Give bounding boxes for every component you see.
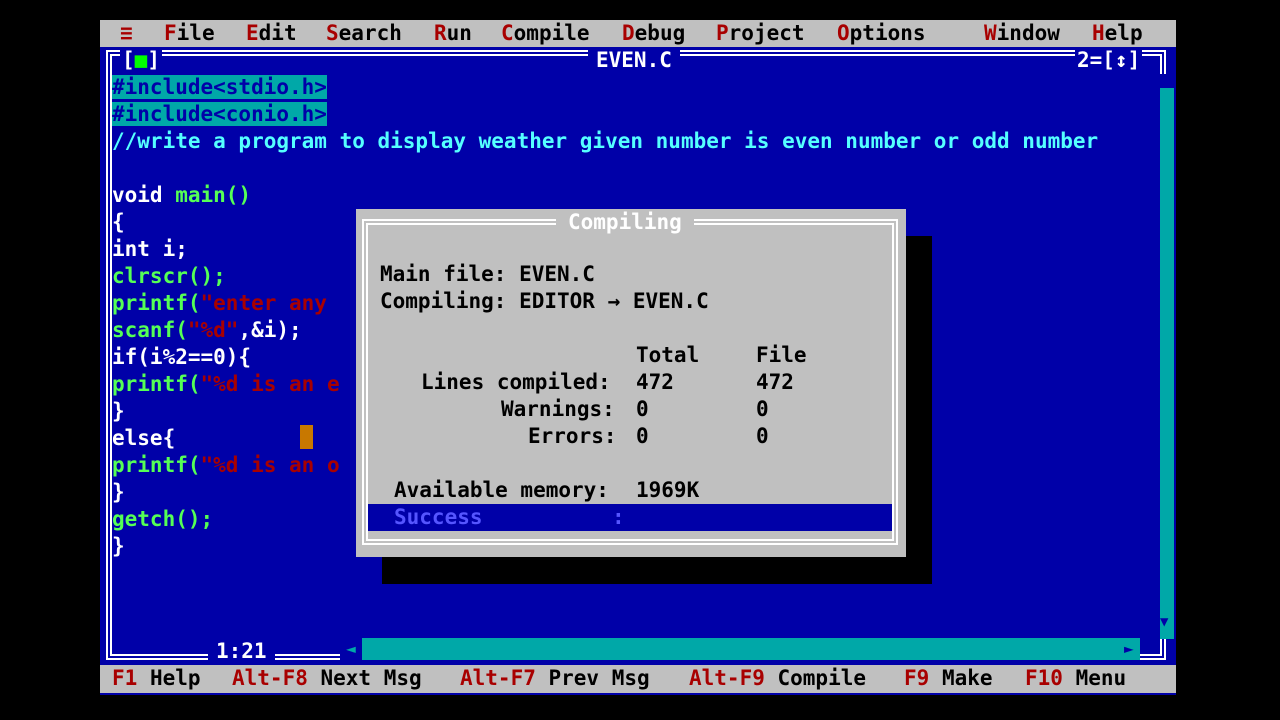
- code-line: }: [112, 480, 125, 504]
- code-line: scanf("%d",&i);: [112, 318, 302, 342]
- code-line: #include<conio.h>: [112, 102, 327, 126]
- text-cursor: [300, 425, 313, 449]
- code-line: int i;: [112, 237, 188, 261]
- lines-compiled-label: Lines compiled:: [421, 370, 611, 394]
- dialog-title: Compiling: [556, 209, 694, 236]
- cursor-position: 1:21: [208, 638, 275, 665]
- warnings-label: Warnings:: [501, 397, 615, 421]
- menu-options[interactable]: Options: [837, 20, 926, 47]
- menu-edit[interactable]: Edit: [246, 20, 297, 47]
- code-comment: //write a program to display weather giv…: [112, 129, 1099, 153]
- menu-bar: ≡ File Edit Search Run Compile Debug Pro…: [100, 20, 1176, 47]
- errors-file: 0: [756, 424, 769, 448]
- window-title: EVEN.C: [588, 47, 680, 74]
- status-message-bar: Success :: [368, 504, 892, 531]
- code-line: getch();: [112, 507, 214, 531]
- column-file-header: File: [756, 343, 807, 367]
- window-number-zoom[interactable]: 2=[↕]: [1075, 47, 1143, 74]
- scroll-down-arrow-icon[interactable]: ▼: [1160, 614, 1174, 639]
- scroll-right-arrow-icon[interactable]: ►: [1124, 638, 1140, 660]
- code-line: clrscr();: [112, 264, 226, 288]
- menu-file[interactable]: File: [164, 20, 215, 47]
- success-status: Success: [394, 505, 483, 529]
- code-line: void main(): [112, 183, 252, 207]
- compiling-label: Compiling: EDITOR → EVEN.C: [380, 289, 709, 313]
- menu-run[interactable]: Run: [434, 20, 472, 47]
- available-memory-value: 1969K: [636, 478, 700, 502]
- code-line: else{: [112, 426, 176, 450]
- horizontal-scrollbar[interactable]: ◄ ►: [340, 638, 1140, 660]
- code-line: printf("%d is an o: [112, 453, 340, 477]
- menu-compile[interactable]: Compile: [501, 20, 590, 47]
- menu-debug[interactable]: Debug: [622, 20, 685, 47]
- menu-project[interactable]: Project: [716, 20, 805, 47]
- lines-compiled-file: 472: [756, 370, 794, 394]
- code-line: printf("enter any: [112, 291, 327, 315]
- column-total-header: Total: [636, 343, 700, 367]
- menu-help[interactable]: Help: [1092, 20, 1143, 47]
- code-line: printf("%d is an e: [112, 372, 340, 396]
- errors-label: Errors:: [528, 424, 617, 448]
- available-memory-label: Available memory:: [394, 478, 609, 502]
- warnings-total: 0: [636, 397, 649, 421]
- code-line: }: [112, 399, 125, 423]
- status-key-menu[interactable]: F10 Menu: [1025, 665, 1126, 692]
- code-line: #include<stdio.h>: [112, 75, 327, 99]
- window-close-button[interactable]: [■]: [120, 47, 162, 74]
- status-separator: :: [612, 505, 625, 529]
- status-bar: F1 Help Alt-F8 Next Msg Alt-F7 Prev Msg …: [100, 665, 1176, 693]
- code-line: }: [112, 534, 125, 558]
- status-key-prev-msg[interactable]: Alt-F7 Prev Msg: [460, 665, 650, 692]
- scroll-thumb[interactable]: [1160, 74, 1174, 88]
- system-menu-icon[interactable]: ≡: [120, 20, 133, 47]
- lines-compiled-total: 472: [636, 370, 674, 394]
- code-line: if(i%2==0){: [112, 345, 252, 369]
- status-key-help[interactable]: F1 Help: [112, 665, 201, 692]
- code-line: {: [112, 210, 125, 234]
- menu-search[interactable]: Search: [326, 20, 402, 47]
- compiling-dialog: Compiling Main file: EVEN.C Compiling: E…: [356, 209, 906, 557]
- status-key-make[interactable]: F9 Make: [904, 665, 993, 692]
- main-file-label: Main file: EVEN.C: [380, 262, 595, 286]
- status-key-compile[interactable]: Alt-F9 Compile: [689, 665, 866, 692]
- turbo-c-screen: ≡ File Edit Search Run Compile Debug Pro…: [100, 20, 1176, 695]
- warnings-file: 0: [756, 397, 769, 421]
- errors-total: 0: [636, 424, 649, 448]
- vertical-scrollbar[interactable]: ▼: [1160, 74, 1174, 639]
- menu-window[interactable]: Window: [984, 20, 1060, 47]
